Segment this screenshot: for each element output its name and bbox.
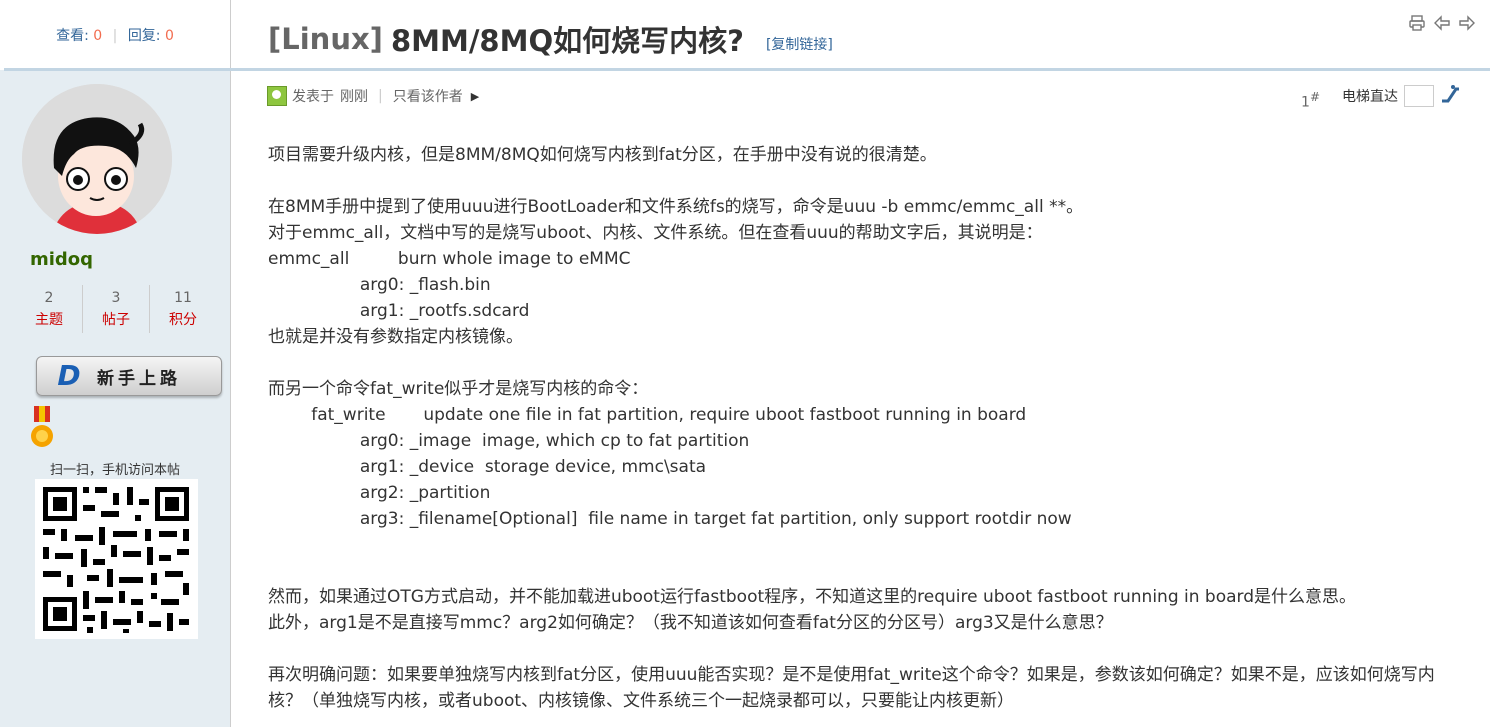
thread-category-prefix[interactable]: [Linux]	[268, 22, 383, 56]
post-line: emmc_all burn whole image to eMMC	[268, 249, 631, 269]
post-line: arg0: _image image, which cp to fat part…	[268, 431, 750, 451]
floor-nav: 1# 电梯直达	[1301, 82, 1460, 111]
forum-logo-icon: D	[57, 359, 81, 392]
qr-code	[35, 479, 198, 639]
post-line: 而另一个命令fat_write似乎才是烧写内核的命令：	[268, 379, 649, 399]
post-line: fat_write update one file in fat partiti…	[268, 405, 1027, 425]
page-title: 8MM/8MQ如何烧写内核?	[390, 24, 744, 58]
post-line: arg0: _flash.bin	[268, 275, 491, 295]
print-icon[interactable]	[1407, 14, 1426, 37]
user-group-label: 新手上路	[97, 368, 181, 389]
stat-posts[interactable]: 3 帖子	[83, 285, 150, 333]
post-line: arg1: _device storage device, mmc\sata	[268, 457, 707, 477]
post-line: 也就是并没有参数指定内核镜像。	[268, 327, 523, 347]
thread-toolbar	[1407, 14, 1476, 37]
stat-label: 帖子	[102, 312, 130, 328]
post-line	[268, 532, 1468, 558]
post-line: arg1: _rootfs.sdcard	[268, 301, 530, 321]
qr-code-icon	[35, 479, 198, 639]
views-count: 0	[93, 28, 103, 44]
replies-label: 回复:	[127, 28, 161, 44]
meta-divider: |	[378, 88, 383, 104]
online-status-icon	[267, 86, 287, 106]
post-line: 在8MM手册中提到了使用uuu进行BootLoader和文件系统fs的烧写，命令…	[268, 197, 1084, 217]
avatar[interactable]	[22, 84, 172, 234]
post-line	[268, 558, 1468, 584]
views-label: 查看:	[56, 28, 89, 44]
user-stats: 2 主题 3 帖子 11 积分	[16, 285, 216, 333]
post-line	[268, 350, 1468, 376]
thread-title: [Linux] 8MM/8MQ如何烧写内核? [复制链接]	[268, 14, 833, 64]
post-content: 项目需要升级内核，但是8MM/8MQ如何烧写内核到fat分区，在手册中没有说的很…	[268, 142, 1468, 714]
post-line: 再次明确问题：如果要单独烧写内核到fat分区，使用uuu能否实现？是不是使用fa…	[268, 665, 1435, 711]
copy-link-button[interactable]: [复制链接]	[766, 34, 833, 54]
prev-thread-icon[interactable]	[1432, 14, 1451, 37]
header-divider	[4, 68, 1490, 71]
cartoon-avatar-image	[22, 84, 172, 234]
stat-value: 3	[111, 290, 121, 306]
elevator-label: 电梯直达	[1342, 89, 1398, 106]
username[interactable]: midoq	[30, 249, 93, 270]
stats-divider: |	[112, 28, 118, 44]
stat-value: 11	[174, 290, 192, 306]
post-line: arg2: _partition	[268, 483, 491, 503]
stat-points[interactable]: 11 积分	[150, 285, 216, 333]
arrow-right-icon[interactable]: ▶	[471, 90, 479, 103]
posted-time: 刚刚	[340, 89, 368, 105]
stat-label: 积分	[169, 312, 197, 328]
post-line: 项目需要升级内核，但是8MM/8MQ如何烧写内核到fat分区，在手册中没有说的很…	[268, 145, 937, 165]
post-meta: 发表于 刚刚 | 只看该作者 ▶	[267, 84, 479, 108]
floor-jump-input[interactable]	[1404, 85, 1434, 108]
thread-stats: 查看: 0 | 回复: 0	[0, 0, 230, 70]
user-group-badge: D 新手上路	[36, 356, 222, 396]
floor-number[interactable]: 1#	[1301, 90, 1320, 111]
only-author-link[interactable]: 只看该作者	[393, 86, 463, 106]
medal-icon[interactable]	[30, 406, 54, 450]
post-line: arg3: _filename[Optional] file name in t…	[268, 509, 1072, 529]
post-line: 然而，如果通过OTG方式启动，并不能加载进uboot运行fastboot程序，不…	[268, 587, 1357, 607]
next-thread-icon[interactable]	[1457, 14, 1476, 37]
stat-label: 主题	[35, 312, 63, 328]
qr-caption: 扫一扫，手机访问本帖	[49, 463, 180, 478]
posted-label: 发表于	[292, 89, 334, 105]
post-line	[268, 636, 1468, 662]
stat-value: 2	[44, 290, 54, 306]
post-line: 此外，arg1是不是直接写mmc？arg2如何确定？（我不知道该如何查看fat分…	[268, 613, 1113, 633]
escalator-go-icon[interactable]	[1440, 84, 1460, 109]
replies-count: 0	[164, 28, 174, 44]
post-line	[268, 168, 1468, 194]
post-line: 对于emmc_all，文档中写的是烧写uboot、内核、文件系统。但在查看uuu…	[268, 223, 1043, 243]
stat-threads[interactable]: 2 主题	[16, 285, 83, 333]
